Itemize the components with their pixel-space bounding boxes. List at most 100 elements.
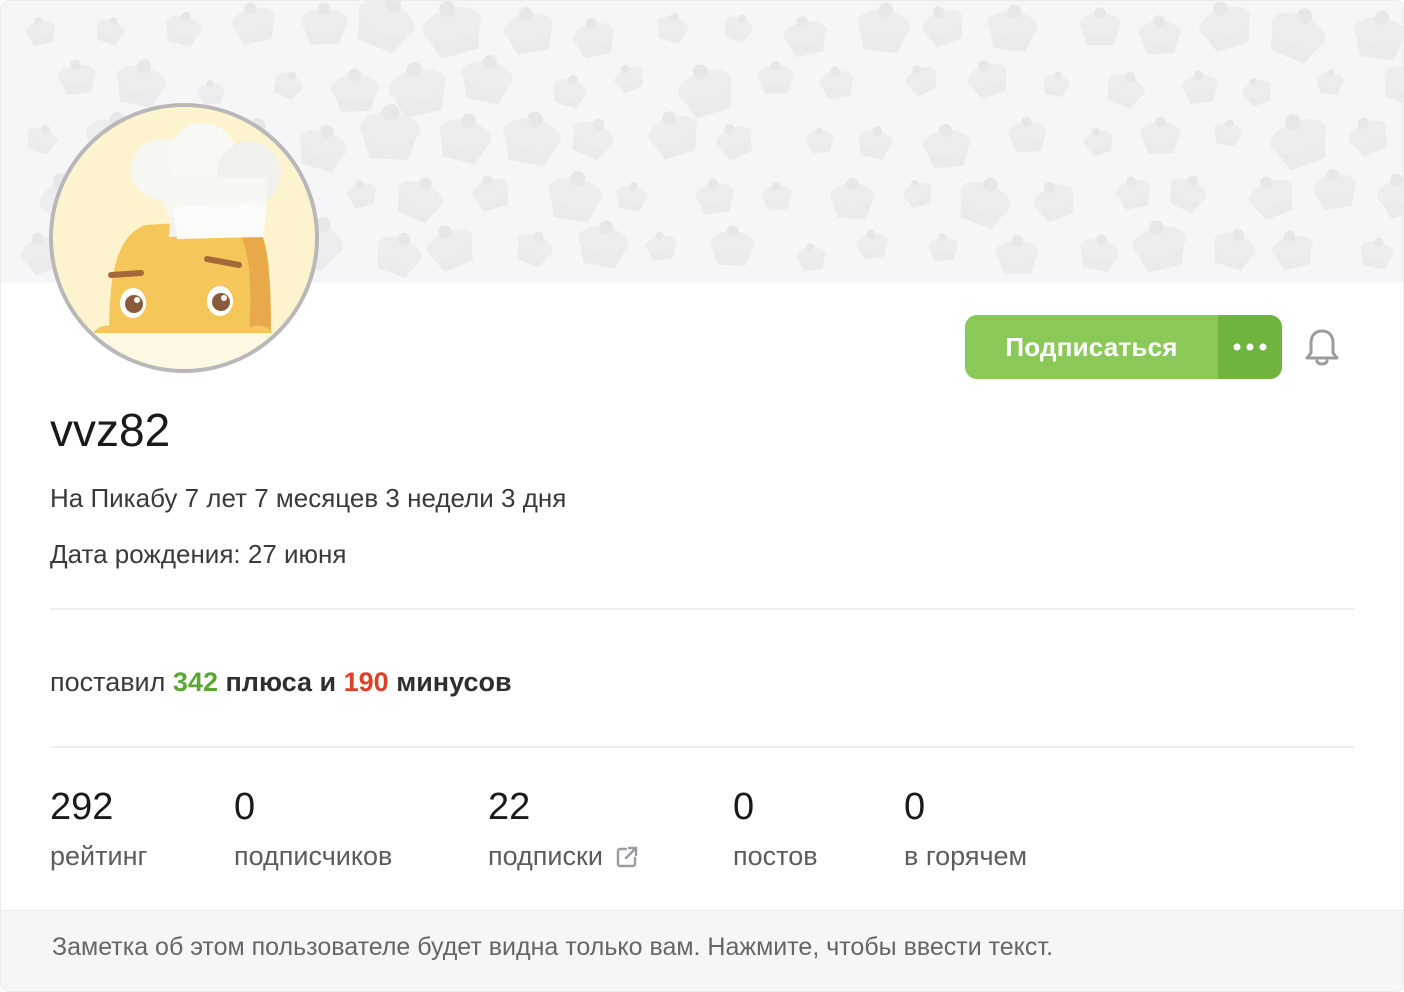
minus-word: минусов bbox=[396, 667, 512, 697]
stat-label: постов bbox=[733, 841, 818, 871]
stat-value: 292 bbox=[50, 786, 114, 828]
cover-cupcake-icon bbox=[960, 177, 1011, 229]
cover-cupcake-icon bbox=[1079, 7, 1121, 46]
subscribe-group: Подписаться bbox=[965, 315, 1282, 379]
cover-cupcake-icon bbox=[1377, 173, 1403, 219]
cover-cupcake-icon bbox=[1042, 71, 1070, 98]
cover-cupcake-icon bbox=[377, 232, 422, 279]
cover-cupcake-icon bbox=[1271, 230, 1313, 271]
cover-cupcake-icon bbox=[347, 180, 376, 209]
cover-cupcake-icon bbox=[783, 15, 827, 58]
on-site-duration: На Пикабу 7 лет 7 месяцев 3 недели 3 дня bbox=[50, 483, 567, 513]
cover-cupcake-icon bbox=[25, 17, 56, 47]
cover-cupcake-icon bbox=[116, 59, 167, 108]
cover-cupcake-icon bbox=[331, 68, 379, 112]
cover-cupcake-icon bbox=[1249, 176, 1293, 221]
cover-cupcake-icon bbox=[1360, 237, 1394, 270]
cover-cupcake-icon bbox=[967, 60, 1007, 100]
cover-cupcake-icon bbox=[472, 175, 509, 212]
cover-cupcake-icon bbox=[905, 65, 937, 97]
votes-summary: поставил 342 плюса и 190 минусов bbox=[50, 667, 512, 698]
cover-cupcake-icon bbox=[1140, 116, 1181, 154]
cover-cupcake-icon bbox=[1214, 119, 1243, 147]
cover-cupcake-icon bbox=[426, 225, 473, 272]
plus-count: 342 bbox=[172, 667, 218, 697]
cover-cupcake-icon bbox=[1270, 8, 1326, 64]
avatar[interactable] bbox=[49, 103, 319, 373]
birthday: Дата рождения: 27 июня bbox=[50, 539, 347, 569]
cover-cupcake-icon bbox=[1313, 168, 1357, 211]
cover-cupcake-icon bbox=[57, 59, 96, 96]
cover-cupcake-icon bbox=[1080, 234, 1119, 273]
profile-card: Подписаться vvz82 На Пикабу 7 лет 7 меся… bbox=[0, 0, 1404, 992]
bell-icon[interactable] bbox=[1303, 327, 1341, 367]
cover-cupcake-icon bbox=[710, 225, 755, 266]
cover-cupcake-icon bbox=[616, 181, 648, 212]
cover-cupcake-icon bbox=[657, 12, 689, 44]
cover-cupcake-icon bbox=[1316, 69, 1344, 95]
minus-count: 190 bbox=[343, 667, 389, 697]
cover-cupcake-icon bbox=[1384, 66, 1403, 107]
stat-value: 0 bbox=[733, 786, 755, 828]
cover-cupcake-icon bbox=[716, 123, 753, 161]
cover-cupcake-icon bbox=[695, 178, 734, 215]
stat-hot[interactable]: 0 в горячем bbox=[904, 785, 1027, 872]
stat-subscriptions[interactable]: 22 подписки bbox=[488, 785, 639, 872]
cover-cupcake-icon bbox=[96, 17, 125, 46]
cover-cupcake-icon bbox=[357, 1, 415, 54]
cover-cupcake-icon bbox=[1182, 70, 1218, 105]
cover-cupcake-icon bbox=[439, 113, 492, 165]
cover-cupcake-icon bbox=[422, 1, 482, 59]
cover-cupcake-icon bbox=[1033, 181, 1074, 223]
cover-cupcake-icon bbox=[1008, 116, 1047, 153]
cover-cupcake-icon bbox=[903, 179, 932, 209]
stat-posts[interactable]: 0 постов bbox=[733, 785, 818, 872]
votes-prefix: поставил bbox=[50, 667, 166, 697]
cover-cupcake-icon bbox=[461, 55, 513, 105]
cover-cupcake-icon bbox=[922, 6, 963, 48]
subscribe-button[interactable]: Подписаться bbox=[965, 315, 1218, 379]
user-note-placeholder: Заметка об этом пользователе будет видна… bbox=[52, 933, 1054, 961]
user-note-field[interactable]: Заметка об этом пользователе будет видна… bbox=[1, 910, 1403, 991]
cover-cupcake-icon bbox=[548, 171, 603, 223]
cover-cupcake-icon bbox=[1169, 175, 1207, 214]
cover-cupcake-icon bbox=[645, 231, 677, 261]
cover-cupcake-icon bbox=[397, 177, 443, 224]
cover-cupcake-icon bbox=[858, 126, 893, 160]
cover-cupcake-icon bbox=[614, 64, 643, 94]
cover-cupcake-icon bbox=[1199, 1, 1251, 53]
cover-cupcake-icon bbox=[1107, 71, 1145, 109]
external-link-icon[interactable] bbox=[615, 845, 639, 869]
cover-cupcake-icon bbox=[572, 119, 614, 161]
stat-label: рейтинг bbox=[50, 841, 148, 871]
more-dots-icon bbox=[1233, 343, 1267, 351]
cover-cupcake-icon bbox=[819, 66, 854, 100]
stat-subscribers[interactable]: 0 подписчиков bbox=[234, 785, 392, 872]
cover-cupcake-icon bbox=[503, 7, 554, 55]
cover-cupcake-icon bbox=[1138, 15, 1181, 55]
stat-label: подписчиков bbox=[234, 841, 393, 871]
cover-cupcake-icon bbox=[806, 127, 834, 154]
cover-cupcake-icon bbox=[856, 229, 888, 260]
stat-value: 22 bbox=[488, 786, 531, 828]
plus-word: плюса и bbox=[225, 667, 337, 697]
divider bbox=[50, 746, 1355, 748]
cover-cupcake-icon bbox=[1242, 78, 1271, 107]
stat-label: в горячем bbox=[904, 841, 1028, 871]
cover-cupcake-icon bbox=[231, 2, 275, 45]
stat-value: 0 bbox=[234, 786, 256, 828]
cover-cupcake-icon bbox=[578, 220, 629, 269]
cover-cupcake-icon bbox=[1083, 127, 1113, 157]
cover-cupcake-icon bbox=[1213, 229, 1256, 271]
more-button[interactable] bbox=[1218, 315, 1282, 379]
cover-cupcake-icon bbox=[517, 231, 553, 268]
cover-cupcake-icon bbox=[165, 11, 202, 47]
cover-cupcake-icon bbox=[987, 4, 1038, 52]
cover-cupcake-icon bbox=[678, 64, 733, 119]
cover-cupcake-icon bbox=[1348, 117, 1388, 157]
cover-cupcake-icon bbox=[995, 234, 1039, 274]
divider bbox=[50, 608, 1355, 610]
cover-cupcake-icon bbox=[503, 111, 561, 167]
cover-cupcake-icon bbox=[1132, 220, 1186, 273]
avatar-image bbox=[53, 107, 315, 369]
